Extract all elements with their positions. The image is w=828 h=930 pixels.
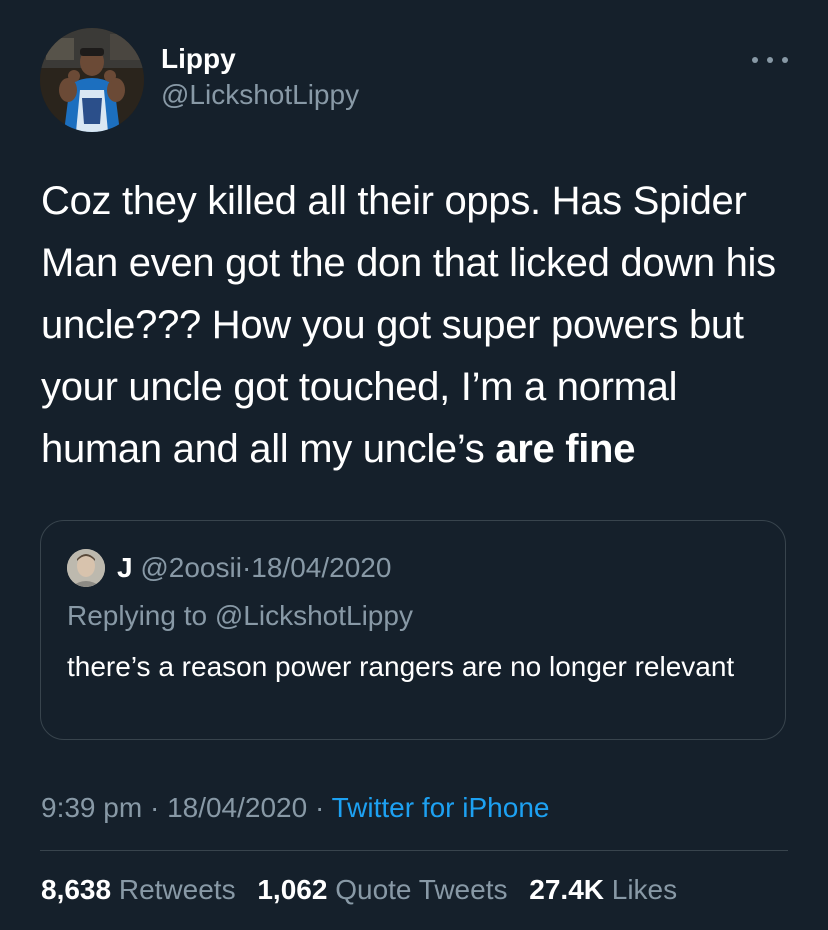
likes-stat[interactable]: 27.4K Likes — [529, 874, 677, 905]
quoted-tweet-card[interactable]: J @2oosii·18/04/2020 Replying to @Licksh… — [40, 520, 786, 740]
engagement-stats: 8,638 Retweets 1,062 Quote Tweets 27.4K … — [41, 872, 691, 908]
retweets-count: 8,638 — [41, 874, 112, 905]
quote-tweets-count: 1,062 — [257, 874, 328, 905]
quoted-tweet-text: there’s a reason power rangers are no lo… — [67, 651, 735, 682]
likes-label: Likes — [611, 874, 678, 905]
more-dot — [782, 57, 788, 63]
tweet-detail: Lippy @LickshotLippy Coz they killed all… — [0, 0, 828, 930]
retweets-label: Retweets — [118, 874, 236, 905]
quoted-separator: · — [241, 552, 252, 583]
author-handle[interactable]: @LickshotLippy — [161, 78, 359, 112]
quoted-tweet-header: J @2oosii·18/04/2020 — [117, 551, 391, 585]
quoted-avatar-image — [67, 549, 105, 587]
more-dot — [767, 57, 773, 63]
quoted-author-avatar[interactable] — [67, 549, 105, 587]
author-avatar[interactable] — [40, 28, 144, 132]
likes-count: 27.4K — [529, 874, 604, 905]
quote-tweets-stat[interactable]: 1,062 Quote Tweets — [257, 874, 507, 905]
author-avatar-image — [40, 28, 144, 132]
more-dot — [752, 57, 758, 63]
tweet-text-bold: are fine — [495, 427, 636, 471]
divider — [40, 850, 788, 851]
tweet-source-link[interactable]: Twitter for iPhone — [332, 792, 550, 823]
retweets-stat[interactable]: 8,638 Retweets — [41, 874, 236, 905]
author-name[interactable]: Lippy — [161, 42, 236, 76]
quoted-date: 18/04/2020 — [251, 552, 392, 583]
quoted-author-handle[interactable]: @2oosii — [140, 552, 242, 583]
tweet-meta-line: 9:39 pm · 18/04/2020 · Twitter for iPhon… — [41, 790, 549, 826]
quoted-author-name[interactable]: J — [117, 552, 133, 583]
quoted-replying-to: Replying to @LickshotLippy — [67, 600, 413, 631]
tweet-time[interactable]: 9:39 pm — [41, 792, 142, 823]
more-horizontal-icon[interactable] — [752, 50, 788, 70]
meta-separator: · — [149, 792, 160, 823]
meta-separator: · — [314, 792, 325, 823]
tweet-date[interactable]: 18/04/2020 — [167, 792, 307, 823]
quote-tweets-label: Quote Tweets — [335, 874, 508, 905]
tweet-text-plain: Coz they killed all their opps. Has Spid… — [41, 179, 776, 471]
tweet-text: Coz they killed all their opps. Has Spid… — [41, 170, 801, 480]
